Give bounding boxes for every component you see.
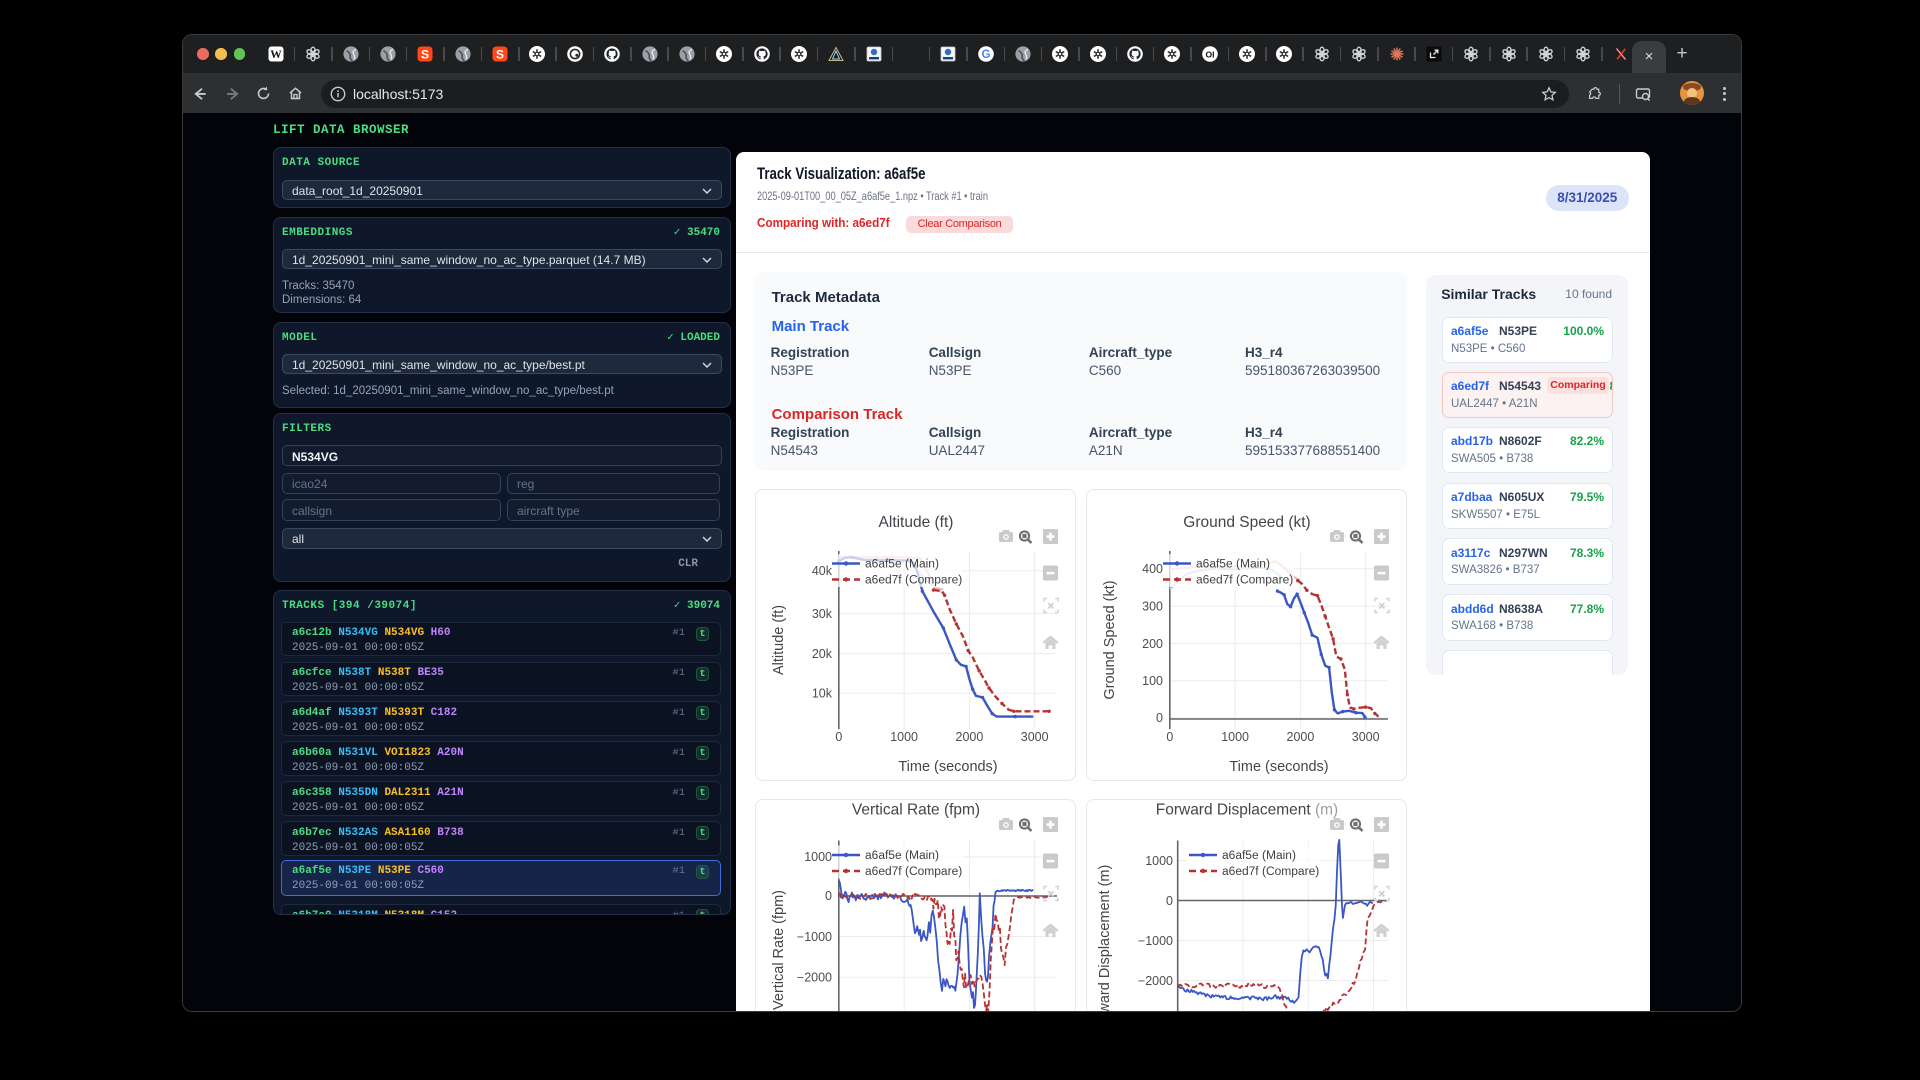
svg-text:2000: 2000 xyxy=(956,730,984,744)
svg-text:Time (seconds): Time (seconds) xyxy=(899,759,998,775)
svg-text:3000: 3000 xyxy=(1021,730,1049,744)
svg-text:a6af5e (Main): a6af5e (Main) xyxy=(865,557,939,571)
svg-text:40k: 40k xyxy=(812,564,833,578)
svg-text:100: 100 xyxy=(1142,674,1163,688)
svg-text:30k: 30k xyxy=(812,607,833,621)
svg-text:a6af5e (Main): a6af5e (Main) xyxy=(865,847,939,861)
svg-text:200: 200 xyxy=(1142,637,1163,651)
svg-text:Forward Displacement (m): Forward Displacement (m) xyxy=(1156,801,1338,818)
svg-text:−3000: −3000 xyxy=(797,1011,832,1012)
svg-text:a6ed7f (Compare): a6ed7f (Compare) xyxy=(865,573,962,587)
svg-text:Altitude (ft): Altitude (ft) xyxy=(771,605,787,675)
svg-text:a6ed7f (Compare): a6ed7f (Compare) xyxy=(865,863,962,877)
svg-text:−1000: −1000 xyxy=(797,929,832,943)
svg-text:S: S xyxy=(421,47,429,61)
svg-text:20k: 20k xyxy=(812,647,833,661)
svg-text:1000: 1000 xyxy=(1146,853,1174,867)
svg-text:a6ed7f (Compare): a6ed7f (Compare) xyxy=(1196,573,1293,587)
svg-text:OI: OI xyxy=(1205,49,1214,59)
svg-text:G: G xyxy=(981,49,990,61)
svg-text:W: W xyxy=(270,49,282,61)
svg-text:0: 0 xyxy=(1167,730,1174,744)
svg-text:400: 400 xyxy=(1142,562,1163,576)
svg-text:1000: 1000 xyxy=(1222,730,1250,744)
svg-text:2000: 2000 xyxy=(1287,730,1315,744)
svg-text:Time (seconds): Time (seconds) xyxy=(1230,759,1329,775)
svg-text:0: 0 xyxy=(836,730,843,744)
svg-text:Vertical Rate (fpm): Vertical Rate (fpm) xyxy=(771,890,787,1010)
svg-text:−2000: −2000 xyxy=(1138,973,1173,987)
svg-text:Vertical Rate (fpm): Vertical Rate (fpm) xyxy=(852,801,980,818)
svg-text:Ground Speed (kt): Ground Speed (kt) xyxy=(1184,514,1311,531)
svg-text:Ground Speed (kt): Ground Speed (kt) xyxy=(1102,581,1118,700)
svg-text:1000: 1000 xyxy=(804,850,832,864)
svg-text:3000: 3000 xyxy=(1352,730,1380,744)
svg-text:1000: 1000 xyxy=(890,730,918,744)
svg-text:−2000: −2000 xyxy=(797,970,832,984)
svg-text:0: 0 xyxy=(1156,711,1163,725)
svg-text:300: 300 xyxy=(1142,600,1163,614)
svg-text:S: S xyxy=(496,47,504,61)
svg-text:a6af5e (Main): a6af5e (Main) xyxy=(1196,557,1270,571)
svg-text:10k: 10k xyxy=(812,687,833,701)
svg-text:a6ed7f (Compare): a6ed7f (Compare) xyxy=(1222,863,1319,877)
svg-text:Forward Displacement (m): Forward Displacement (m) xyxy=(1097,864,1113,1012)
svg-text:0: 0 xyxy=(825,889,832,903)
svg-text:Altitude (ft): Altitude (ft) xyxy=(879,514,954,531)
svg-text:a6af5e (Main): a6af5e (Main) xyxy=(1222,847,1296,861)
svg-text:0: 0 xyxy=(1166,893,1173,907)
svg-text:−1000: −1000 xyxy=(1138,933,1173,947)
